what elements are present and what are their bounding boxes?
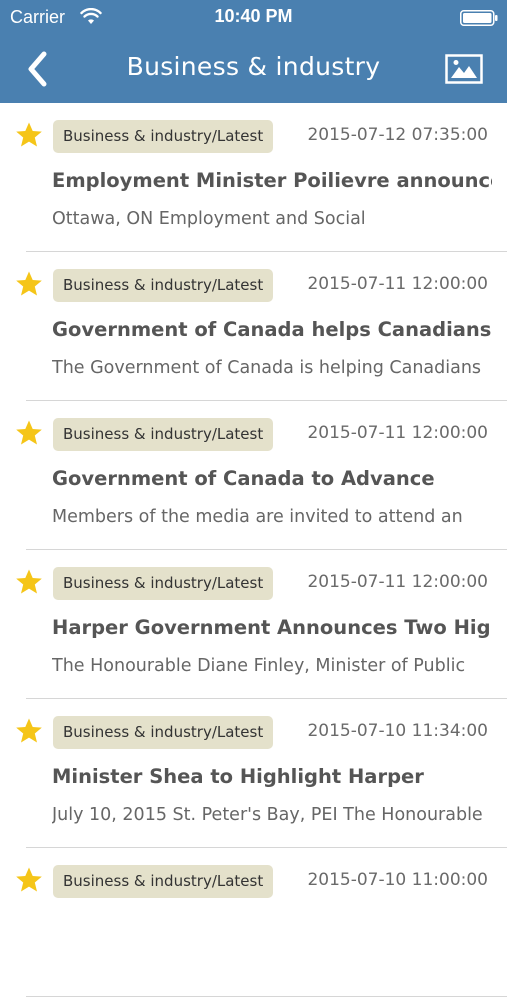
category-tag: Business & industry/Latest xyxy=(53,418,274,451)
item-title: Government of Canada to Advance xyxy=(52,467,435,490)
navigation-header: Carrier 10:40 PM Business & industry xyxy=(0,0,507,103)
item-title: Government of Canada helps Canadians xyxy=(52,318,492,341)
item-date: 2015-07-10 11:00:00 xyxy=(307,870,488,890)
star-icon[interactable] xyxy=(15,568,43,596)
item-date: 2015-07-11 12:00:00 xyxy=(307,423,488,443)
page-title: Business & industry xyxy=(126,52,381,81)
item-date: 2015-07-11 12:00:00 xyxy=(307,572,488,592)
item-title: Minister Shea to Highlight Harper xyxy=(52,765,424,788)
category-tag: Business & industry/Latest xyxy=(53,716,274,749)
item-summary: Ottawa, ON Employment and Social xyxy=(52,209,366,229)
image-button[interactable] xyxy=(445,54,483,84)
item-date: 2015-07-11 12:00:00 xyxy=(307,274,488,294)
news-item[interactable]: Business & industry/Latest 2015-07-10 11:… xyxy=(0,848,507,997)
category-tag: Business & industry/Latest xyxy=(53,269,274,302)
item-title: Employment Minister Poilievre announces xyxy=(52,169,492,192)
news-item[interactable]: Business & industry/Latest 2015-07-11 12:… xyxy=(0,401,507,550)
news-item[interactable]: Business & industry/Latest 2015-07-10 11:… xyxy=(0,699,507,848)
status-bar: Carrier 10:40 PM xyxy=(0,0,507,34)
item-title: Harper Government Announces Two High- xyxy=(52,616,492,639)
news-item[interactable]: Business & industry/Latest 2015-07-11 12:… xyxy=(0,550,507,699)
status-time: 10:40 PM xyxy=(214,6,293,26)
star-icon[interactable] xyxy=(15,419,43,447)
image-icon xyxy=(445,54,483,84)
item-date: 2015-07-10 11:34:00 xyxy=(307,721,488,741)
item-summary: Members of the media are invited to atte… xyxy=(52,507,463,527)
category-tag: Business & industry/Latest xyxy=(53,120,274,153)
star-icon[interactable] xyxy=(15,270,43,298)
item-summary: The Government of Canada is helping Cana… xyxy=(52,358,482,378)
category-tag: Business & industry/Latest xyxy=(53,865,274,898)
news-item[interactable]: Business & industry/Latest 2015-07-11 12:… xyxy=(0,252,507,401)
star-icon[interactable] xyxy=(15,121,43,149)
star-icon[interactable] xyxy=(15,717,43,745)
star-icon[interactable] xyxy=(15,866,43,894)
battery-icon xyxy=(460,10,498,26)
news-list: Business & industry/Latest 2015-07-12 07:… xyxy=(0,103,507,997)
item-summary: The Honourable Diane Finley, Minister of… xyxy=(52,656,466,676)
category-tag: Business & industry/Latest xyxy=(53,567,274,600)
item-summary: July 10, 2015 St. Peter's Bay, PEI The H… xyxy=(52,805,483,825)
news-item[interactable]: Business & industry/Latest 2015-07-12 07:… xyxy=(0,103,507,252)
item-date: 2015-07-12 07:35:00 xyxy=(307,125,488,145)
